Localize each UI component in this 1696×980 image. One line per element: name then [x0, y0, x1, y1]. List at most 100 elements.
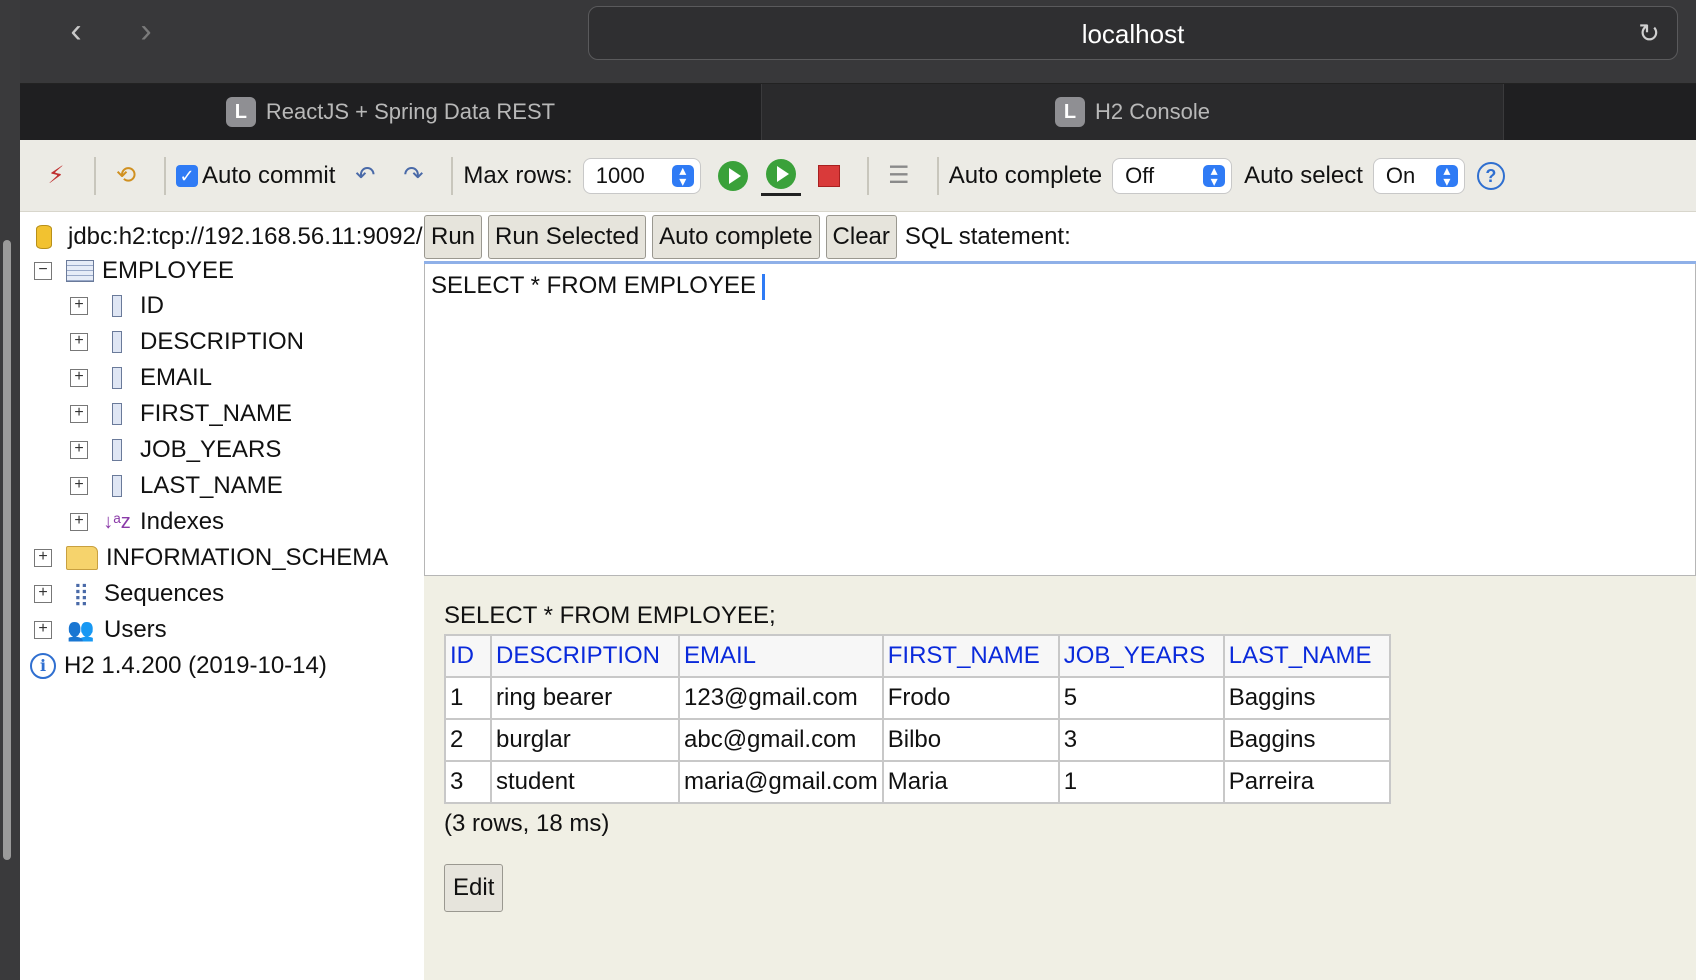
column-header[interactable]: LAST_NAME	[1222, 634, 1391, 678]
table-cell: Baggins	[1222, 676, 1391, 720]
column-name: FIRST_NAME	[140, 400, 293, 427]
commit-icon[interactable]: ↷	[393, 156, 433, 196]
tree-column-id[interactable]: + ID	[70, 289, 164, 323]
column-header[interactable]: JOB_YEARS	[1057, 634, 1225, 678]
forward-icon[interactable]: ›	[126, 14, 166, 50]
address-bar[interactable]: localhost ↻	[588, 6, 1678, 60]
collapse-icon[interactable]: −	[34, 262, 52, 280]
help-icon[interactable]: ?	[1476, 161, 1505, 190]
tree-table-employee[interactable]: − EMPLOYEE	[34, 254, 234, 288]
table-cell: Parreira	[1222, 760, 1391, 804]
database-icon	[36, 225, 52, 249]
results-table: ID DESCRIPTION EMAIL FIRST_NAME JOB_YEAR…	[444, 634, 1391, 804]
back-icon[interactable]: ‹	[56, 14, 96, 50]
scrollbar[interactable]	[3, 240, 11, 860]
column-header[interactable]: DESCRIPTION	[490, 634, 680, 678]
tab-h2-console[interactable]: L H2 Console	[762, 84, 1504, 140]
column-header[interactable]: EMAIL	[678, 634, 884, 678]
result-summary: (3 rows, 18 ms)	[444, 810, 610, 837]
tree-connection[interactable]: jdbc:h2:tcp://192.168.56.11:9092/	[20, 220, 424, 254]
table-cell: burglar	[490, 718, 680, 762]
info-icon: i	[30, 653, 56, 679]
auto-complete-button[interactable]: Auto complete	[652, 214, 820, 259]
expand-icon[interactable]: +	[70, 441, 88, 459]
divider	[451, 156, 454, 195]
folder-icon	[66, 546, 98, 570]
sequences-icon: ⣿	[72, 581, 90, 606]
expand-icon[interactable]: +	[70, 405, 88, 423]
result-query: SELECT * FROM EMPLOYEE;	[444, 602, 776, 629]
max-rows-select[interactable]: 1000 ▴ ▾	[582, 157, 701, 194]
tree-column-description[interactable]: + DESCRIPTION	[70, 325, 304, 359]
run-selected-icon[interactable]	[760, 156, 801, 196]
schema-label: INFORMATION_SCHEMA	[106, 544, 389, 571]
version-label: H2 1.4.200 (2019-10-14)	[64, 652, 327, 679]
table-cell: ring bearer	[490, 676, 680, 720]
tree-column-last-name[interactable]: + LAST_NAME	[70, 469, 283, 503]
column-icon	[112, 403, 122, 425]
column-name: EMAIL	[140, 364, 213, 391]
clear-button[interactable]: Clear	[825, 214, 897, 259]
run-button[interactable]: Run	[424, 214, 483, 259]
sql-editor[interactable]: SELECT * FROM EMPLOYEE	[424, 264, 1696, 576]
tab-reactjs[interactable]: L ReactJS + Spring Data REST	[20, 84, 762, 140]
edit-button[interactable]: Edit	[444, 864, 504, 912]
column-header[interactable]: ID	[444, 634, 492, 678]
expand-icon[interactable]: +	[70, 297, 88, 315]
table-row: 2 burglar abc@gmail.com Bilbo 3 Baggins	[444, 718, 1391, 762]
column-icon	[112, 331, 122, 353]
table-cell: 3	[444, 760, 492, 804]
reload-icon[interactable]: ↻	[1635, 19, 1663, 47]
tree-column-first-name[interactable]: + FIRST_NAME	[70, 397, 292, 431]
max-rows-value: 1000	[595, 162, 645, 188]
tree-users[interactable]: + 👥 Users	[34, 613, 167, 647]
tree-indexes[interactable]: + ↓ᵃz Indexes	[70, 505, 224, 539]
column-name: JOB_YEARS	[140, 436, 282, 463]
table-cell: Maria	[881, 760, 1060, 804]
table-cell: Baggins	[1222, 718, 1391, 762]
auto-commit-checkbox[interactable]: ✓	[176, 164, 198, 187]
column-name: ID	[140, 292, 164, 319]
tree-sequences[interactable]: + ⣿ Sequences	[34, 577, 224, 611]
divider	[164, 156, 166, 195]
expand-icon[interactable]: +	[70, 369, 88, 387]
column-header[interactable]: FIRST_NAME	[881, 634, 1060, 678]
refresh-icon[interactable]: ⟲	[106, 156, 146, 196]
sort-az-icon: ↓ᵃz	[103, 510, 131, 533]
disconnect-icon[interactable]: ⚡	[36, 156, 76, 196]
run-selected-button[interactable]: Run Selected	[488, 214, 647, 259]
column-name: LAST_NAME	[140, 472, 283, 499]
stop-icon[interactable]	[809, 156, 849, 196]
table-cell: student	[490, 760, 680, 804]
expand-icon[interactable]: +	[70, 477, 88, 495]
url-text: localhost	[1081, 19, 1185, 49]
rollback-icon[interactable]: ↶	[345, 156, 385, 196]
table-cell: 5	[1057, 676, 1225, 720]
tree-column-email[interactable]: + EMAIL	[70, 361, 212, 395]
expand-icon[interactable]: +	[70, 513, 88, 531]
table-cell: 123@gmail.com	[678, 676, 884, 720]
auto-complete-select[interactable]: Off ▴ ▾	[1112, 157, 1233, 194]
tab-label: ReactJS + Spring Data REST	[265, 99, 556, 124]
expand-icon[interactable]: +	[70, 333, 88, 351]
history-icon[interactable]: ☰	[879, 156, 919, 196]
auto-select-label: Auto select	[1244, 161, 1363, 189]
favicon-icon: L	[1055, 97, 1086, 127]
tree-column-job-years[interactable]: + JOB_YEARS	[70, 433, 281, 467]
chevron-updown-icon: ▴ ▾	[1435, 163, 1458, 188]
connection-url: jdbc:h2:tcp://192.168.56.11:9092/	[68, 223, 423, 250]
auto-select-select[interactable]: On ▴ ▾	[1372, 157, 1465, 194]
expand-icon[interactable]: +	[34, 549, 52, 567]
tree-version: i H2 1.4.200 (2019-10-14)	[20, 649, 327, 683]
run-icon[interactable]	[713, 156, 753, 196]
table-cell: 1	[444, 676, 492, 720]
table-row: 1 ring bearer 123@gmail.com Frodo 5 Bagg…	[444, 676, 1391, 720]
users-icon: 👥	[67, 617, 95, 642]
sql-editor-text: SELECT * FROM EMPLOYEE	[431, 272, 756, 299]
expand-icon[interactable]: +	[34, 585, 52, 603]
table-name: EMPLOYEE	[102, 257, 235, 284]
expand-icon[interactable]: +	[34, 621, 52, 639]
chevron-updown-icon: ▴ ▾	[1203, 163, 1226, 188]
tree-information-schema[interactable]: + INFORMATION_SCHEMA	[34, 541, 388, 575]
column-icon	[112, 367, 122, 389]
